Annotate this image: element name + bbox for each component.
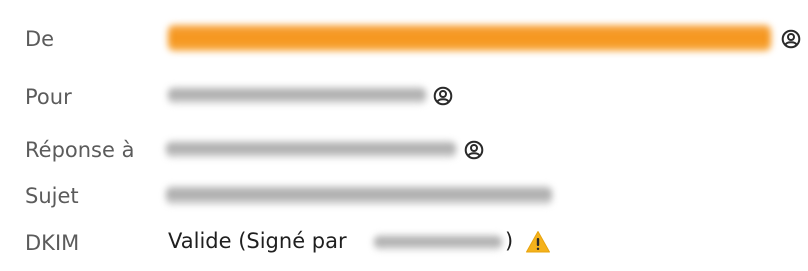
message-header-pane: De Pour Réponse à Sujet DKIM Valide (Sig… (0, 0, 808, 271)
contact-icon[interactable] (464, 140, 484, 160)
subject-label: Sujet (25, 184, 79, 208)
to-label: Pour (25, 85, 72, 109)
dkim-status-text: Valide (Signé par (168, 229, 347, 253)
from-address-redacted[interactable] (168, 25, 771, 51)
dkim-label: DKIM (25, 231, 80, 255)
reply-to-address-redacted[interactable] (166, 141, 456, 158)
contact-icon[interactable] (433, 86, 453, 106)
dkim-closing-paren: ) (505, 229, 514, 253)
warning-triangle-icon[interactable] (525, 230, 551, 254)
contact-icon[interactable] (781, 29, 801, 49)
to-address-redacted[interactable] (168, 87, 426, 104)
subject-redacted (166, 186, 552, 205)
from-label: De (25, 27, 55, 51)
reply-to-label: Réponse à (25, 138, 135, 162)
dkim-signer-redacted (374, 235, 502, 250)
